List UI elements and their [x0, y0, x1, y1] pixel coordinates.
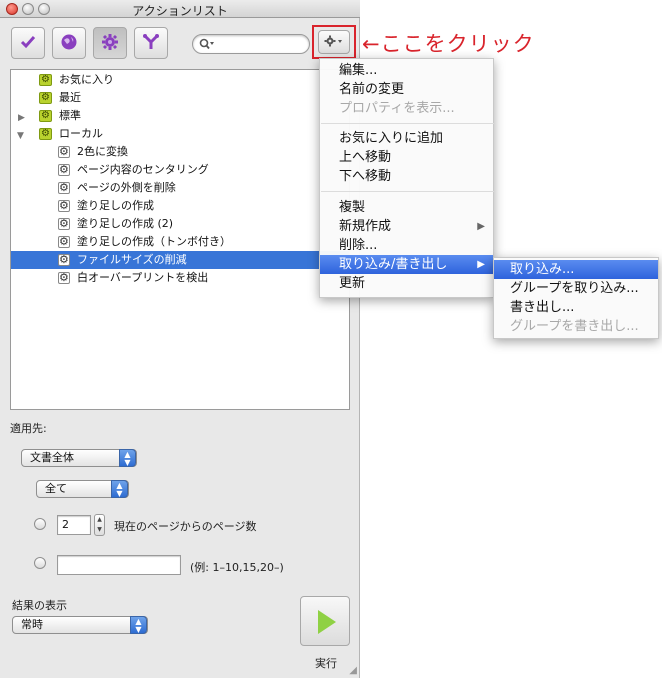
apply-to-heading: 適用先:	[10, 422, 47, 435]
tree-item-label: お気に入り	[59, 73, 114, 86]
pages-select-value: 全て	[45, 482, 67, 495]
page-count-stepper[interactable]: ▲ ▼	[94, 514, 105, 536]
search-field[interactable]	[192, 34, 310, 54]
submenu-arrow-icon: ▶	[477, 221, 485, 232]
scope-select[interactable]: 文書全体 ▲ ▼	[21, 449, 137, 467]
merge-button[interactable]	[134, 27, 168, 59]
import-export-submenu: 取り込み... グループを取り込み... 書き出し... グループを書き出し..…	[493, 257, 659, 339]
page-count-label: 現在のページからのページ数	[114, 520, 257, 533]
submenu-item-import-group[interactable]: グループを取り込み...	[494, 279, 658, 298]
action-gear-icon	[58, 197, 70, 215]
tree-item[interactable]: 塗り足しの作成 (2)	[11, 215, 349, 233]
tree-item-label: ページの外側を削除	[77, 181, 176, 194]
results-heading: 結果の表示	[12, 599, 67, 612]
results-display-select[interactable]: 常時 ▲ ▼	[12, 616, 148, 634]
select-arrows-icon: ▲ ▼	[130, 616, 147, 634]
select-arrows-icon: ▲ ▼	[119, 449, 136, 467]
tree-item-label: 標準	[59, 109, 81, 122]
submenu-item-import[interactable]: 取り込み...	[494, 260, 658, 279]
menu-item-refresh[interactable]: 更新	[320, 274, 493, 293]
annotation-text: ←ここをクリック	[362, 32, 535, 56]
menu-item-label: 取り込み/書き出し	[339, 257, 448, 272]
tree-item-label: ページ内容のセンタリング	[77, 163, 209, 176]
tree-item-selected[interactable]: ファイルサイズの削減	[11, 251, 349, 269]
submenu-item-export-group: グループを書き出し...	[510, 319, 639, 334]
tree-item-label: ローカル	[59, 127, 103, 140]
tree-item[interactable]: 最近	[11, 89, 349, 107]
options-dropdown-menu: 編集... 名前の変更 プロパティを表示... お気に入りに追加 上へ移動 下へ…	[319, 58, 494, 298]
tree-item-label: 最近	[59, 91, 81, 104]
menu-item-delete[interactable]: 削除...	[320, 236, 493, 255]
tree-item[interactable]: ページ内容のセンタリング	[11, 161, 349, 179]
gear-filter-button[interactable]	[93, 27, 127, 59]
action-gear-icon	[58, 215, 70, 233]
tree-item[interactable]: ▼ ローカル	[11, 125, 349, 143]
gear-icon	[101, 33, 119, 54]
page-range-radio[interactable]	[34, 557, 46, 569]
title-bar[interactable]: アクションリスト	[0, 0, 360, 18]
run-label: 実行	[315, 657, 337, 670]
page-count-field[interactable]: 2	[57, 515, 91, 535]
tree-item-label: 塗り足しの作成	[77, 199, 154, 212]
checkmark-button[interactable]	[11, 27, 45, 59]
action-gear-icon	[58, 179, 70, 197]
menu-item-add-favorite[interactable]: お気に入りに追加	[320, 129, 493, 148]
checkmark-icon	[20, 34, 36, 53]
action-list-panel: アクションリスト お気に入り	[0, 0, 360, 678]
tree-item[interactable]: 塗り足しの作成（トンボ付き）	[11, 233, 349, 251]
menu-separator	[321, 123, 494, 124]
run-button[interactable]	[300, 596, 350, 646]
menu-item-move-up[interactable]: 上へ移動	[320, 148, 493, 167]
action-gear-icon	[58, 143, 70, 161]
action-gear-icon	[58, 251, 70, 269]
menu-item-move-down[interactable]: 下へ移動	[320, 167, 493, 186]
globe-button[interactable]	[52, 27, 86, 59]
search-input[interactable]	[217, 36, 305, 52]
tree-item[interactable]: 塗り足しの作成	[11, 197, 349, 215]
merge-icon	[142, 33, 160, 54]
tree-item[interactable]: ページの外側を削除	[11, 179, 349, 197]
tree-item-label: 白オーバープリントを検出	[77, 271, 209, 284]
pages-select[interactable]: 全て ▲ ▼	[36, 480, 129, 498]
tree-item[interactable]: お気に入り	[11, 71, 349, 89]
window-title: アクションリスト	[132, 4, 228, 18]
action-gear-icon	[58, 269, 70, 287]
tree-item-label: 塗り足しの作成（トンボ付き）	[77, 235, 231, 248]
page-range-hint: (例: 1–10,15,20–)	[190, 561, 284, 574]
action-gear-icon	[58, 233, 70, 251]
tree-item[interactable]: ▶ 標準	[11, 107, 349, 125]
menu-item-rename[interactable]: 名前の変更	[320, 80, 493, 99]
action-tree[interactable]: お気に入り 最近 ▶ 標準 ▼ ローカル 2色に変換 ページ内容のセンタリング …	[10, 69, 350, 410]
resize-grip-icon[interactable]: ◢	[349, 665, 357, 676]
menu-item-import-export[interactable]: 取り込み/書き出し ▶	[320, 255, 493, 274]
menu-item-properties: プロパティを表示...	[339, 101, 455, 116]
page-count-radio[interactable]	[34, 518, 46, 530]
tree-item-label: ファイルサイズの削減	[77, 253, 187, 266]
play-icon	[318, 610, 336, 634]
scope-select-value: 文書全体	[30, 451, 74, 464]
folder-icon	[39, 89, 52, 107]
menu-item-duplicate[interactable]: 複製	[320, 198, 493, 217]
menu-item-new[interactable]: 新規作成 ▶	[320, 217, 493, 236]
menu-item-label: 新規作成	[339, 219, 392, 234]
menu-separator	[321, 191, 494, 192]
tree-item-label: 塗り足しの作成 (2)	[77, 217, 174, 230]
search-icon	[199, 38, 215, 53]
submenu-arrow-icon: ▶	[477, 259, 485, 270]
select-arrows-icon: ▲ ▼	[111, 480, 128, 498]
results-select-value: 常時	[21, 618, 43, 631]
page-range-field[interactable]	[57, 555, 181, 575]
action-gear-icon	[58, 161, 70, 179]
click-highlight-box	[312, 25, 356, 59]
tree-item[interactable]: 2色に変換	[11, 143, 349, 161]
tree-item-label: 2色に変換	[77, 145, 128, 158]
folder-icon	[39, 71, 52, 89]
submenu-item-export[interactable]: 書き出し...	[494, 298, 658, 317]
folder-icon	[39, 107, 52, 125]
folder-icon	[39, 125, 52, 143]
tree-item[interactable]: 白オーバープリントを検出	[11, 269, 349, 287]
menu-item-edit[interactable]: 編集...	[320, 61, 493, 80]
globe-icon	[60, 33, 78, 54]
